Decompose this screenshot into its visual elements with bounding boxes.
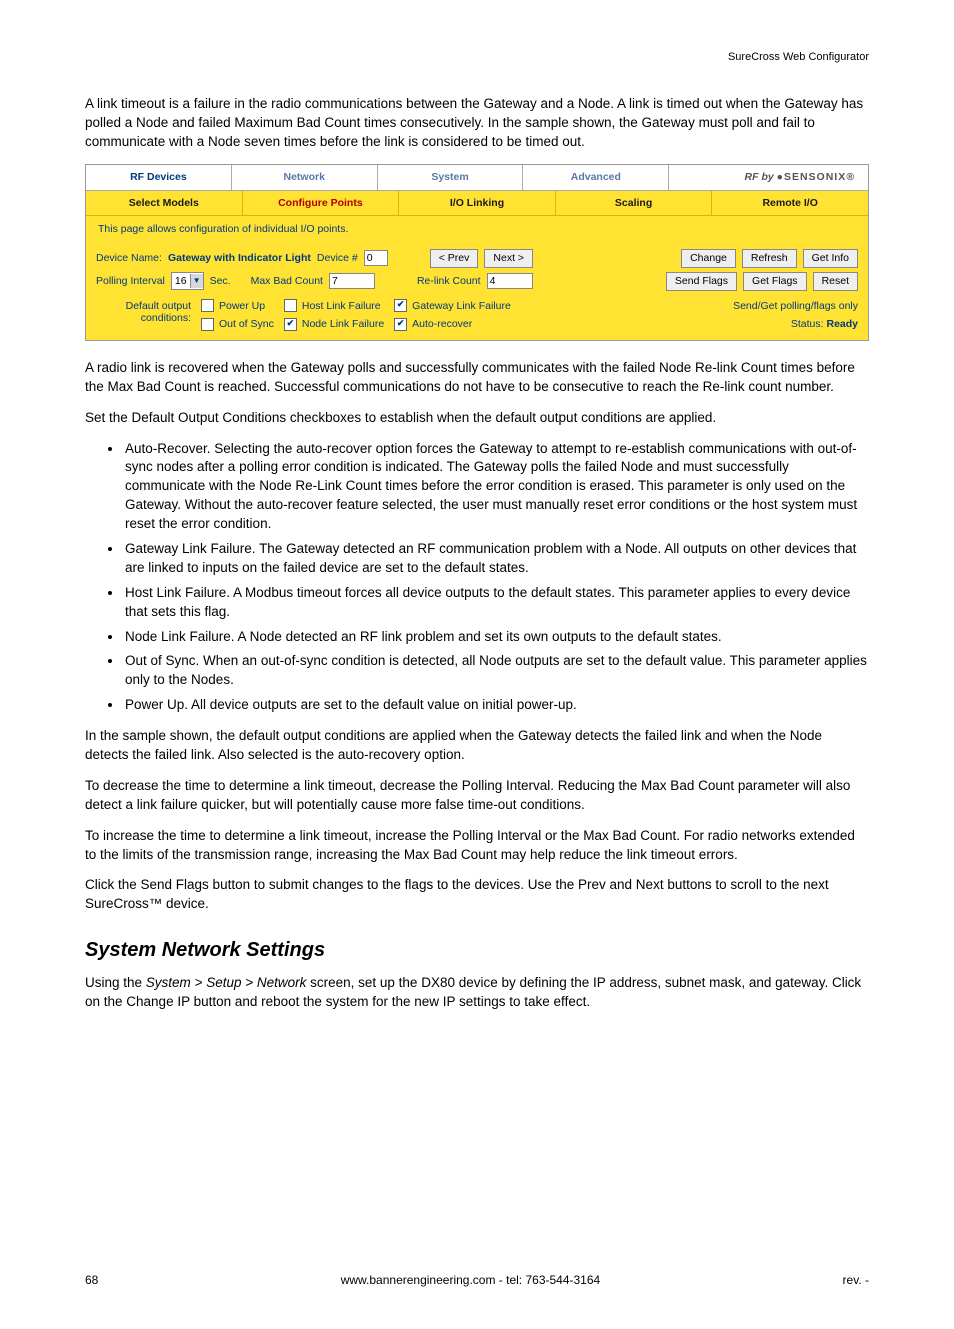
host-link-failure-label: Host Link Failure (302, 299, 381, 314)
conditions-bullet-list: Auto-Recover. Selecting the auto-recover… (85, 440, 869, 716)
config-ui-screenshot: RF Devices Network System Advanced RF by… (85, 164, 869, 341)
paragraph-recover: A radio link is recovered when the Gatew… (85, 359, 869, 397)
out-of-sync-checkbox[interactable] (201, 318, 214, 331)
out-of-sync-label: Out of Sync (219, 317, 274, 332)
conditions-label-1: Default output (126, 300, 191, 312)
paragraph-sample: In the sample shown, the default output … (85, 727, 869, 765)
node-link-failure-checkbox[interactable]: ✔ (284, 318, 297, 331)
brand-name: ●SENSONIX (777, 171, 847, 183)
reset-button[interactable]: Reset (813, 272, 858, 291)
footer-contact: www.bannerengineering.com - tel: 763-544… (341, 1272, 601, 1289)
tab-system[interactable]: System (378, 165, 524, 191)
device-name-value: Gateway with Indicator Light (168, 251, 311, 266)
bullet-node-link-failure: Node Link Failure. A Node detected an RF… (123, 628, 869, 647)
panel-description: This page allows configuration of indivi… (96, 218, 858, 247)
conditions-label: Default output conditions: (96, 299, 191, 332)
getinfo-button[interactable]: Get Info (803, 249, 858, 268)
next-button[interactable]: Next > (484, 249, 533, 268)
prev-button[interactable]: < Prev (430, 249, 479, 268)
tab-network[interactable]: Network (232, 165, 378, 191)
intro-paragraph: A link timeout is a failure in the radio… (85, 95, 869, 152)
polling-row: Polling Interval 16 ▼ Sec. Max Bad Count… (96, 270, 858, 293)
auto-recover-label: Auto-recover (412, 317, 472, 332)
polling-interval-unit: Sec. (210, 274, 231, 289)
subtab-select-models[interactable]: Select Models (86, 191, 243, 216)
polling-interval-label: Polling Interval (96, 274, 165, 289)
bullet-host-link-failure: Host Link Failure. A Modbus timeout forc… (123, 584, 869, 622)
page-header-product: SureCross Web Configurator (85, 50, 869, 65)
paragraph-increase: To increase the time to determine a link… (85, 827, 869, 865)
footer-revision: rev. - (843, 1272, 869, 1289)
network-path: System > Setup > Network (146, 975, 307, 990)
gateway-link-failure-label: Gateway Link Failure (412, 299, 511, 314)
change-button[interactable]: Change (681, 249, 736, 268)
brand-label: RF by ●SENSONIX® (669, 165, 868, 191)
subtab-io-linking[interactable]: I/O Linking (399, 191, 556, 216)
subtab-configure-points[interactable]: Configure Points (243, 191, 400, 216)
refresh-button[interactable]: Refresh (742, 249, 797, 268)
device-number-input[interactable]: 0 (364, 250, 388, 266)
bullet-auto-recover: Auto-Recover. Selecting the auto-recover… (123, 440, 869, 534)
status-label: Status: (791, 318, 824, 330)
bullet-gateway-link-failure: Gateway Link Failure. The Gateway detect… (123, 540, 869, 578)
relink-count-input[interactable]: 4 (487, 273, 533, 289)
powerup-label: Power Up (219, 299, 265, 314)
footer-page-number: 68 (85, 1272, 98, 1289)
tab-advanced[interactable]: Advanced (523, 165, 669, 191)
paragraph-set-conditions: Set the Default Output Conditions checkb… (85, 409, 869, 428)
node-link-failure-label: Node Link Failure (302, 317, 384, 332)
relink-count-label: Re-link Count (417, 274, 481, 289)
config-panel: This page allows configuration of indivi… (86, 216, 868, 339)
powerup-checkbox[interactable] (201, 299, 214, 312)
send-flags-button[interactable]: Send Flags (666, 272, 737, 291)
status-column: Send/Get polling/flags only Status: Read… (733, 299, 858, 332)
brand-prefix: RF by (745, 171, 777, 183)
polling-interval-select[interactable]: 16 ▼ (171, 272, 204, 290)
device-name-label: Device Name: (96, 251, 162, 266)
bullet-power-up: Power Up. All device outputs are set to … (123, 696, 869, 715)
gateway-link-failure-checkbox[interactable]: ✔ (394, 299, 407, 312)
conditions-label-2: conditions: (141, 312, 191, 324)
status-value: Ready (826, 318, 858, 330)
primary-tabs: RF Devices Network System Advanced RF by… (86, 165, 868, 191)
paragraph-network-settings: Using the System > Setup > Network scree… (85, 974, 869, 1012)
subtab-remote-io[interactable]: Remote I/O (712, 191, 868, 216)
bullet-out-of-sync: Out of Sync. When an out-of-sync conditi… (123, 652, 869, 690)
device-row: Device Name: Gateway with Indicator Ligh… (96, 247, 858, 270)
host-link-failure-checkbox[interactable] (284, 299, 297, 312)
polling-interval-value: 16 (172, 274, 190, 289)
device-number-label: Device # (317, 251, 358, 266)
get-flags-button[interactable]: Get Flags (743, 272, 807, 291)
secondary-tabs: Select Models Configure Points I/O Linki… (86, 191, 868, 217)
chevron-down-icon: ▼ (190, 274, 203, 288)
paragraph-decrease: To decrease the time to determine a link… (85, 777, 869, 815)
network-text-a: Using the (85, 975, 146, 990)
subtab-scaling[interactable]: Scaling (556, 191, 713, 216)
tab-rf-devices[interactable]: RF Devices (86, 165, 232, 191)
section-heading-network-settings: System Network Settings (85, 936, 869, 964)
auto-recover-checkbox[interactable]: ✔ (394, 318, 407, 331)
paragraph-click-send-flags: Click the Send Flags button to submit ch… (85, 876, 869, 914)
max-bad-count-input[interactable]: 7 (329, 273, 375, 289)
page-footer: 68 www.bannerengineering.com - tel: 763-… (85, 1272, 869, 1289)
conditions-row: Default output conditions: Power Up Out … (96, 293, 858, 332)
max-bad-count-label: Max Bad Count (251, 274, 323, 289)
send-get-flags-note: Send/Get polling/flags only (733, 299, 858, 314)
